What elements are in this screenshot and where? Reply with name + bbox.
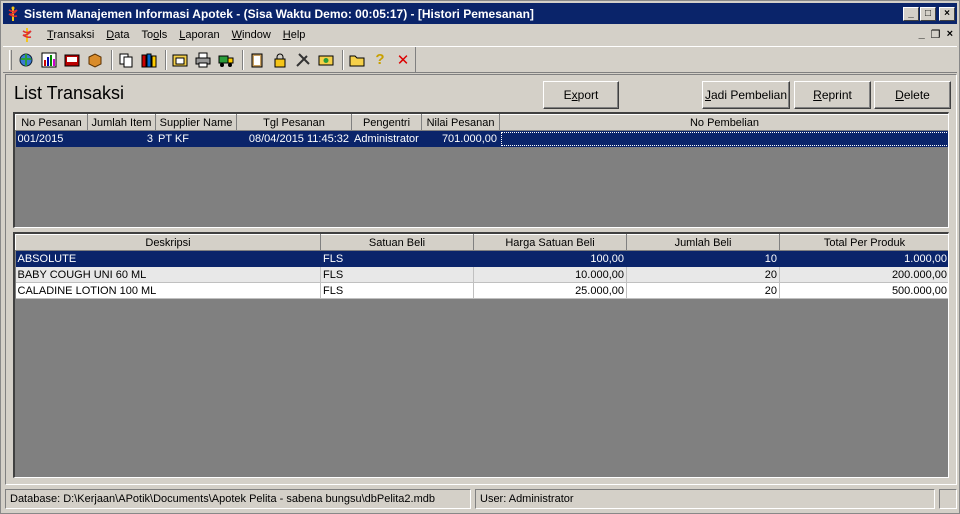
- child-close-button[interactable]: ×: [947, 28, 953, 41]
- export-button[interactable]: Ex port: [543, 81, 619, 109]
- open-folder-icon[interactable]: [347, 50, 367, 70]
- page-title: List Transaksi: [14, 83, 125, 103]
- books-icon[interactable]: [139, 50, 159, 70]
- close-button[interactable]: ×: [939, 6, 955, 21]
- globe-icon[interactable]: [16, 50, 36, 70]
- cell-deskripsi[interactable]: ABSOLUTE: [15, 250, 321, 267]
- menu-help[interactable]: Help: [277, 29, 312, 41]
- child-restore-button[interactable]: ❐: [931, 28, 941, 41]
- toolbar-grip[interactable]: [9, 49, 12, 70]
- toolbar: ? ✕: [3, 46, 957, 73]
- col-header-jumlah-beli[interactable]: Jumlah Beli: [626, 234, 780, 251]
- app-caduceus-icon: [8, 6, 18, 21]
- col-header-supplier-name[interactable]: Supplier Name: [155, 114, 237, 131]
- help-icon[interactable]: ?: [370, 50, 390, 70]
- col-header-no-pesanan[interactable]: No Pesanan: [15, 114, 88, 131]
- main-panel: List Transaksi Ex port Jadi Pembelian Rep…: [5, 74, 957, 485]
- cell-total[interactable]: 1.000,00: [779, 250, 948, 267]
- cell-no-pembelian[interactable]: [499, 130, 948, 147]
- cell-jumlah-item[interactable]: 3: [87, 130, 156, 147]
- status-bar: Database: D:\Kerjaan\APotik\Documents\Ap…: [3, 487, 957, 511]
- cell-satuan-beli[interactable]: FLS: [320, 282, 474, 299]
- reprint-button[interactable]: Reprint: [794, 81, 871, 109]
- col-header-total-per-produk[interactable]: Total Per Produk: [779, 234, 948, 251]
- cell-deskripsi[interactable]: CALADINE LOTION 100 ML: [15, 282, 321, 299]
- menu-transaksi[interactable]: Transaksi: [41, 29, 100, 41]
- exit-icon[interactable]: ✕: [393, 50, 413, 70]
- detail-grid[interactable]: Deskripsi Satuan Beli Harga Satuan Beli …: [13, 232, 949, 478]
- cell-tgl-pesanan[interactable]: 08/04/2015 11:45:32: [236, 130, 352, 147]
- copy-icon[interactable]: [116, 50, 136, 70]
- cell-nilai-pesanan[interactable]: 701.000,00: [421, 130, 500, 147]
- col-header-harga-satuan-beli[interactable]: Harga Satuan Beli: [473, 234, 627, 251]
- child-window-icon[interactable]: [19, 27, 35, 43]
- table-row[interactable]: BABY COUGH UNI 60 ML FLS 10.000,00 20 20…: [15, 266, 948, 283]
- printer-icon[interactable]: [193, 50, 213, 70]
- cell-jumlah-beli[interactable]: 20: [626, 282, 780, 299]
- size-grip[interactable]: [939, 489, 957, 509]
- app-window: Sistem Manajemen Informasi Apotek - (Sis…: [0, 0, 960, 514]
- cell-harga[interactable]: 25.000,00: [473, 282, 627, 299]
- lock-icon[interactable]: [270, 50, 290, 70]
- table-row[interactable]: ABSOLUTE FLS 100,00 10 1.000,00: [15, 250, 948, 267]
- cell-jumlah-beli[interactable]: 10: [626, 250, 780, 267]
- cell-pengentri[interactable]: Administrator: [351, 130, 422, 147]
- register-icon[interactable]: [62, 50, 82, 70]
- title-bar[interactable]: Sistem Manajemen Informasi Apotek - (Sis…: [3, 3, 957, 24]
- cell-satuan-beli[interactable]: FLS: [320, 250, 474, 267]
- clipboard-icon[interactable]: [247, 50, 267, 70]
- menu-tools[interactable]: Tools: [136, 29, 174, 41]
- tools-icon[interactable]: [293, 50, 313, 70]
- truck-icon[interactable]: [216, 50, 236, 70]
- col-header-jumlah-item[interactable]: Jumlah Item: [87, 114, 156, 131]
- col-header-nilai-pesanan[interactable]: Nilai Pesanan: [421, 114, 500, 131]
- col-header-no-pembelian[interactable]: No Pembelian: [499, 114, 948, 131]
- cell-deskripsi[interactable]: BABY COUGH UNI 60 ML: [15, 266, 321, 283]
- cell-total[interactable]: 500.000,00: [779, 282, 948, 299]
- folder-icon[interactable]: [170, 50, 190, 70]
- minimize-button[interactable]: _: [903, 6, 919, 21]
- cash-icon[interactable]: [316, 50, 336, 70]
- menu-window[interactable]: Window: [226, 29, 277, 41]
- table-row[interactable]: 001/2015 3 PT KF 08/04/2015 11:45:32 Adm…: [15, 130, 948, 147]
- status-database: Database: D:\Kerjaan\APotik\Documents\Ap…: [5, 489, 471, 509]
- menu-data[interactable]: Data: [100, 29, 135, 41]
- cell-jumlah-beli[interactable]: 20: [626, 266, 780, 283]
- delete-button[interactable]: Delete: [874, 81, 951, 109]
- col-header-tgl-pesanan[interactable]: Tgl Pesanan: [236, 114, 352, 131]
- jadi-pembelian-button[interactable]: Jadi Pembelian: [702, 81, 790, 109]
- menu-bar: Transaksi Data Tools Laporan Window Help…: [3, 25, 957, 45]
- col-header-deskripsi[interactable]: Deskripsi: [15, 234, 321, 251]
- maximize-button[interactable]: □: [920, 6, 936, 21]
- menu-laporan[interactable]: Laporan: [173, 29, 225, 41]
- cell-supplier[interactable]: PT KF: [155, 130, 237, 147]
- box-icon[interactable]: [85, 50, 105, 70]
- window-title: Sistem Manajemen Informasi Apotek - (Sis…: [24, 6, 534, 21]
- table-row[interactable]: CALADINE LOTION 100 ML FLS 25.000,00 20 …: [15, 282, 948, 299]
- child-minimize-button[interactable]: _: [919, 28, 925, 41]
- chart-icon[interactable]: [39, 50, 59, 70]
- cell-satuan-beli[interactable]: FLS: [320, 266, 474, 283]
- col-header-pengentri[interactable]: Pengentri: [351, 114, 422, 131]
- cell-total[interactable]: 200.000,00: [779, 266, 948, 283]
- col-header-satuan-beli[interactable]: Satuan Beli: [320, 234, 474, 251]
- orders-grid[interactable]: No Pesanan Jumlah Item Supplier Name Tgl…: [13, 112, 949, 228]
- cell-no-pesanan[interactable]: 001/2015: [15, 130, 88, 147]
- status-user: User: Administrator: [475, 489, 935, 509]
- cell-harga[interactable]: 10.000,00: [473, 266, 627, 283]
- cell-harga[interactable]: 100,00: [473, 250, 627, 267]
